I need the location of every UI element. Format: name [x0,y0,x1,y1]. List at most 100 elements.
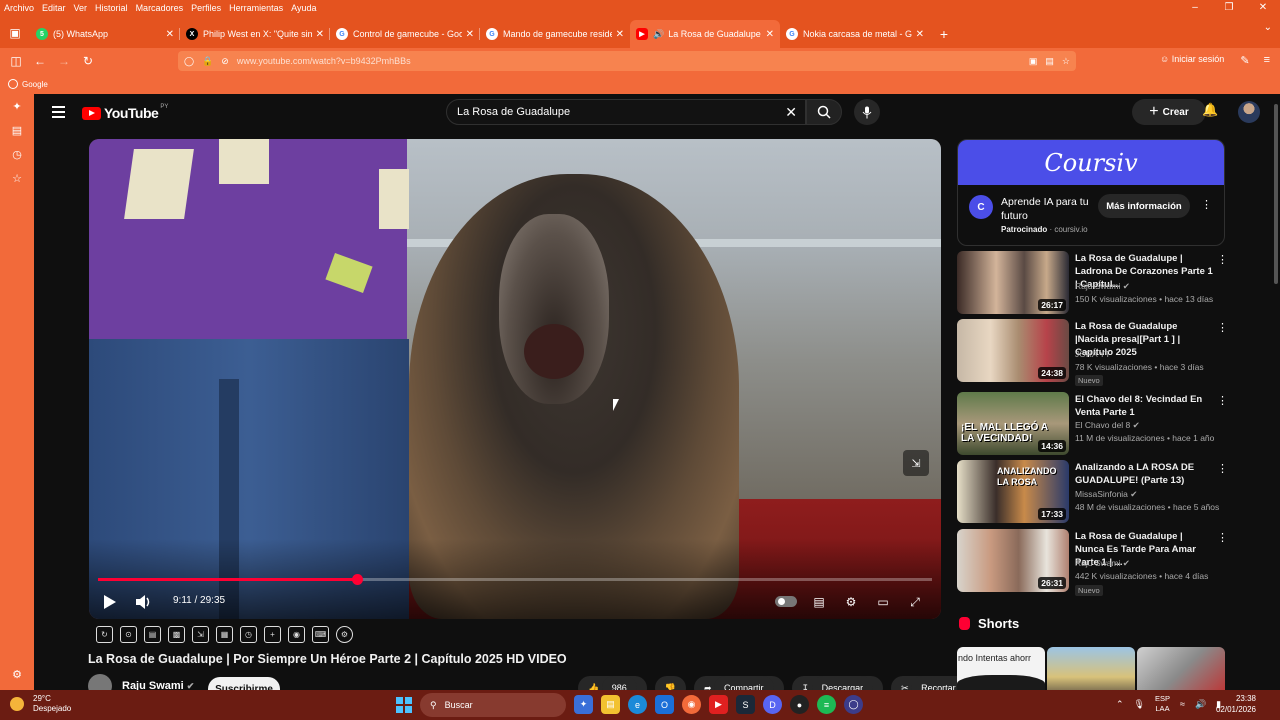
channel-owner[interactable]: Raju Swami ✔ [88,674,194,690]
recommendation-item[interactable]: 26:17 La Rosa de Guadalupe | Ladrona De … [957,251,1228,315]
ad-more-info-button[interactable]: Más información [1098,194,1190,218]
miniplayer-icon[interactable]: ⇲ [903,450,929,476]
scrubber-handle[interactable] [351,574,363,585]
taskbar-clock[interactable]: 23:38 02/01/2026 [1216,693,1256,715]
menu-herramientas[interactable]: Herramientas [225,3,287,13]
menu-perfiles[interactable]: Perfiles [187,3,225,13]
speed-icon[interactable]: ◷ [240,626,257,643]
restore-icon[interactable]: ❐ [1212,0,1246,16]
channel-name[interactable]: Raju Swami [122,680,184,690]
recommendation-item[interactable]: ¡EL MAL LLEGÓ A LA VECINDAD! 14:36 El Ch… [957,392,1228,456]
ai-chat-icon[interactable]: ✦ [0,94,34,118]
copilot-icon[interactable]: ✦ [574,695,593,714]
tab-overview-icon[interactable]: ▣ [0,18,30,48]
lock-icon[interactable]: 🔒 [202,56,213,67]
video-thumbnail[interactable]: ANALIZANDO LA ROSA 17:33 [957,460,1069,523]
discord-icon[interactable]: D [763,695,782,714]
rec-channel[interactable]: Raju Swami ✔ [1075,281,1130,292]
bookmark-star-icon[interactable]: ☆ [1062,56,1070,67]
video-thumbnail[interactable]: 26:17 [957,251,1069,314]
close-tab-icon[interactable]: ✕ [466,29,474,40]
rec-title[interactable]: El Chavo del 8: Vecindad En Venta Parte … [1075,393,1213,419]
rec-channel[interactable]: Raju Swami ✔ [1075,558,1130,569]
kebab-menu-icon[interactable]: ⋮ [1217,462,1228,475]
play-button[interactable] [99,591,121,613]
account-avatar[interactable] [1238,101,1260,123]
youtube-logo[interactable]: YouTube PY [82,104,168,121]
cinema-icon[interactable]: ▤ [144,626,161,643]
clapperboard-icon[interactable]: ▩ [168,626,185,643]
tab-list-chevron-icon[interactable]: ⌄ [1264,22,1272,33]
menu-ver[interactable]: Ver [70,3,92,13]
dislike-button[interactable]: 👎 [654,676,686,690]
rec-channel[interactable]: MissaSinfonia ✔ [1075,489,1137,500]
sidebar-toggle-icon[interactable]: ◫ [4,54,28,68]
kebab-menu-icon[interactable]: ⋮ [1201,198,1212,211]
speaker-icon[interactable]: 🔊 [653,29,664,40]
windows-start-icon[interactable] [396,697,412,713]
tab-google-nokia[interactable]: G Nokia carcasa de metal - Googl ✕ [780,20,930,48]
rec-channel[interactable]: JORA YT [1075,349,1110,359]
short-thumbnail[interactable]: ndo Intentas ahorr [957,647,1045,690]
kebab-menu-icon[interactable]: ⋮ [1217,394,1228,407]
menu-historial[interactable]: Historial [91,3,132,13]
forward-button[interactable]: → [52,54,76,68]
recommendation-item[interactable]: 26:31 La Rosa de Guadalupe | Nunca Es Ta… [957,529,1228,596]
tab-youtube-active[interactable]: ▶ 🔊 La Rosa de Guadalupe | Por ✕ [630,20,780,48]
sponsored-ad-card[interactable]: Coursiv C Aprende IA para tu futuro Patr… [957,139,1225,246]
close-window-icon[interactable]: ✕ [1246,0,1280,16]
rec-channel[interactable]: El Chavo del 8 ✔ [1075,420,1140,431]
github-icon[interactable]: ● [790,695,809,714]
progress-bar[interactable] [98,574,932,585]
notifications-bell-icon[interactable]: 🔔 [1202,102,1218,118]
microphone-icon[interactable]: 🎙 [1134,699,1145,710]
kebab-menu-icon[interactable]: ⋮ [1217,531,1228,544]
firefox-icon[interactable]: ◉ [682,695,701,714]
reader-view-icon[interactable]: ▤ [1045,56,1054,67]
video-thumbnail[interactable]: ¡EL MAL LLEGÓ A LA VECINDAD! 14:36 [957,392,1069,455]
close-tab-icon[interactable]: ✕ [616,29,624,40]
tab-google-control[interactable]: G Control de gamecube - Google ✕ [330,20,480,48]
rec-title[interactable]: Analizando a LA ROSA DE GUADALUPE! (Part… [1075,461,1213,487]
search-button[interactable] [806,99,842,125]
signin-button[interactable]: ☺ Iniciar sesión [1160,54,1224,64]
search-input[interactable]: La Rosa de Guadalupe ✕ [446,99,806,125]
page-scrollbar[interactable] [1274,104,1278,284]
close-tab-icon[interactable]: ✕ [766,29,774,40]
kebab-menu-icon[interactable]: ⋮ [1217,321,1228,334]
tab-google-mando[interactable]: G Mando de gamecube resident e ✕ [480,20,630,48]
weather-widget[interactable]: 29°C Despejado [10,694,71,714]
tab-x-post[interactable]: X Philip West en X: "Quite simply ✕ [180,20,330,48]
recommendation-item[interactable]: 24:38 La Rosa de Guadalupe |Nacida presa… [957,319,1228,386]
close-tab-icon[interactable]: ✕ [316,29,324,40]
settings-gear-icon[interactable]: ⚙ [840,591,862,613]
minimize-icon[interactable]: – [1178,0,1212,16]
create-button[interactable]: + Crear [1132,99,1206,125]
voice-search-button[interactable] [854,99,880,125]
extensions-icon[interactable]: ✎ [1240,54,1249,67]
gear-icon[interactable]: ⚙ [336,626,353,643]
menu-archivo[interactable]: Archivo [0,3,38,13]
mute-button[interactable] [133,591,155,613]
bookmarks-star-icon[interactable]: ☆ [0,166,34,190]
frame-icon[interactable]: ▦ [216,626,233,643]
expand-icon[interactable]: ⇲ [192,626,209,643]
autoplay-toggle[interactable] [775,596,797,607]
menu-icon[interactable]: ≡ [1264,54,1270,67]
channel-avatar[interactable] [88,674,112,690]
taskbar-search[interactable]: ⚲ Buscar [420,693,566,717]
video-player[interactable]: ⇲ 9:11 / 29:35 ▤ ⚙ ▭ ⤢ [89,139,941,619]
new-tab-button[interactable]: + [930,20,958,48]
permissions-icon[interactable]: ⊘ [221,56,229,67]
app-icon[interactable]: ◯ [844,695,863,714]
kebab-menu-icon[interactable]: ⋮ [1217,253,1228,266]
volume-icon[interactable]: 🔊 [1195,699,1206,710]
synced-tabs-icon[interactable]: ▤ [0,118,34,142]
subscribe-button[interactable]: Suscribirme [208,677,280,690]
hamburger-menu-icon[interactable] [52,106,65,121]
broadcast-icon[interactable]: ⊙ [120,626,137,643]
menu-editar[interactable]: Editar [38,3,70,13]
tab-whatsapp[interactable]: 5 (5) WhatsApp ✕ [30,20,180,48]
like-button[interactable]: 👍 986 [578,676,647,690]
download-button[interactable]: ↧ Descargar [791,676,884,690]
